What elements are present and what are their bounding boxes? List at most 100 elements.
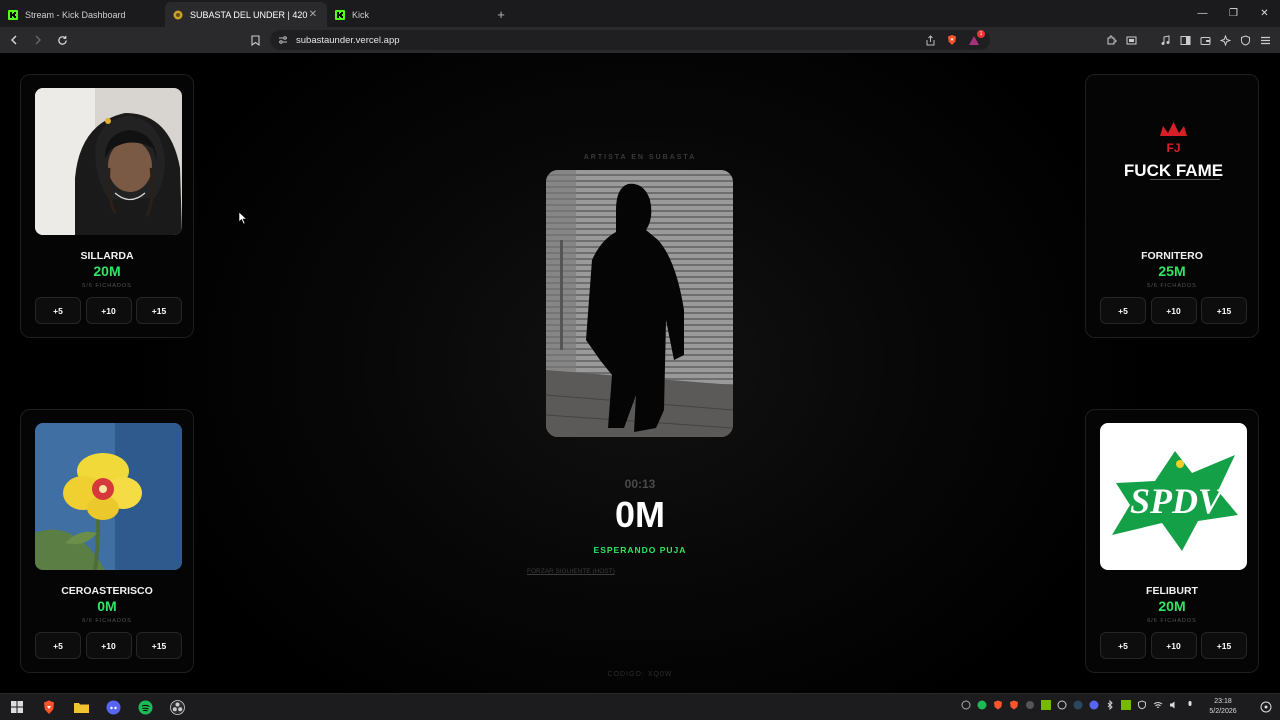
minimize-icon[interactable]: —: [1187, 0, 1218, 27]
tray-nvidia-icon-2[interactable]: [1120, 699, 1132, 711]
tab-title: Kick: [352, 9, 370, 20]
tab-kick[interactable]: Kick: [327, 2, 489, 27]
team-signed-count: 6/6 FICHADOS: [1147, 618, 1197, 624]
tray-steam-icon[interactable]: [1072, 699, 1084, 711]
team-card-fornitero: FJ FUCK FAME FORNITERO 25M 5/6 FICHADOS …: [1085, 74, 1259, 338]
reload-icon[interactable]: [52, 30, 72, 50]
leo-ai-icon[interactable]: [1218, 33, 1232, 47]
bookmark-icon[interactable]: [247, 30, 263, 50]
tray-security-icon[interactable]: [1136, 699, 1148, 711]
artist-photo: [546, 170, 733, 437]
url-text: subastaunder.vercel.app: [296, 34, 400, 46]
team-signed-count: 5/6 FICHADOS: [82, 283, 132, 289]
bid-plus-5-button[interactable]: +5: [1100, 632, 1146, 659]
system-tray: [960, 699, 1196, 711]
discord-icon[interactable]: [102, 697, 124, 717]
tray-icon-1[interactable]: [960, 699, 972, 711]
tray-app-icon[interactable]: [1024, 699, 1036, 711]
window-controls: — ❐ ✕: [1187, 0, 1280, 27]
room-code: CODIGO: XQ0W: [607, 671, 673, 678]
bid-plus-15-button[interactable]: +15: [136, 632, 182, 659]
brave-shields-icon[interactable]: [946, 34, 958, 46]
tab-subasta[interactable]: SUBASTA DEL UNDER | 420 ✕: [165, 2, 327, 27]
clock-date: 5/2/2026: [1209, 708, 1237, 715]
tray-spotify-icon[interactable]: [976, 699, 988, 711]
close-tab-icon[interactable]: ✕: [307, 9, 319, 20]
tray-nvidia-icon[interactable]: [1040, 699, 1052, 711]
sidebar-icon[interactable]: [1178, 33, 1192, 47]
bid-plus-5-button[interactable]: +5: [35, 632, 81, 659]
bid-buttons: +5 +10 +15: [35, 632, 182, 659]
team-signed-count: 5/6 FICHADOS: [1147, 283, 1197, 289]
restore-icon[interactable]: ❐: [1218, 0, 1249, 27]
force-next-link[interactable]: FORZAR SIGUIENTE (HOST): [527, 568, 615, 575]
close-window-icon[interactable]: ✕: [1249, 0, 1280, 27]
tray-brave-icon[interactable]: [992, 699, 1004, 711]
tab-kick-dashboard[interactable]: Stream - Kick Dashboard: [0, 2, 165, 27]
kick-icon: [8, 9, 18, 20]
volume-icon[interactable]: [1168, 699, 1180, 711]
team-budget: 20M: [1158, 598, 1186, 614]
tab-title: SUBASTA DEL UNDER | 420: [190, 9, 307, 20]
auction-timer: 00:13: [624, 477, 656, 491]
bid-buttons: +5 +10 +15: [1100, 632, 1247, 659]
bid-plus-10-button[interactable]: +10: [1150, 297, 1197, 324]
site-globe-icon: [173, 10, 183, 19]
auction-status: ESPERANDO PUJA: [593, 545, 687, 555]
tray-discord-icon[interactable]: [1088, 699, 1100, 711]
browser-tab-bar: Stream - Kick Dashboard SUBASTA DEL UNDE…: [0, 0, 1280, 27]
bid-plus-10-button[interactable]: +10: [1150, 632, 1197, 659]
windows-taskbar: 23:18 5/2/2026: [0, 693, 1280, 720]
bid-plus-5-button[interactable]: +5: [35, 297, 81, 324]
bid-plus-10-button[interactable]: +10: [85, 297, 132, 324]
team-card-feliburt: SPDV FELIBURT 20M 6/6 FICHADOS +5 +10 +1…: [1085, 409, 1259, 673]
tray-brave-icon-2[interactable]: [1008, 699, 1020, 711]
team-name: FELIBURT: [1146, 585, 1198, 597]
notification-icon[interactable]: [1260, 701, 1272, 713]
bid-plus-15-button[interactable]: +15: [1201, 297, 1247, 324]
tab-title: Stream - Kick Dashboard: [25, 9, 126, 20]
auction-page: SILLARDA 20M 5/6 FICHADOS +5 +10 +15 FJ …: [0, 53, 1280, 693]
vpn-shield-icon[interactable]: [1238, 33, 1252, 47]
team-card-ceroasterisco: CEROASTERISCO 0M 6/6 FICHADOS +5 +10 +15: [20, 409, 194, 673]
bid-buttons: +5 +10 +15: [1100, 297, 1247, 324]
obs-icon[interactable]: [166, 697, 188, 717]
address-bar-row: subastaunder.vercel.app 1: [0, 27, 1280, 53]
url-field[interactable]: subastaunder.vercel.app 1: [270, 30, 990, 50]
spotify-icon[interactable]: [134, 697, 156, 717]
menu-icon[interactable]: [1258, 33, 1272, 47]
bid-plus-15-button[interactable]: +15: [136, 297, 182, 324]
share-icon[interactable]: [925, 34, 936, 46]
rewards-badge: 1: [977, 30, 985, 38]
bid-buttons: +5 +10 +15: [35, 297, 182, 324]
bid-plus-5-button[interactable]: +5: [1100, 297, 1146, 324]
team-signed-count: 6/6 FICHADOS: [82, 618, 132, 624]
forward-icon[interactable]: [28, 30, 48, 50]
file-explorer-icon[interactable]: [70, 697, 92, 717]
wallet-icon[interactable]: [1198, 33, 1212, 47]
media-icon[interactable]: [1158, 33, 1172, 47]
team-name: CEROASTERISCO: [61, 585, 153, 597]
brave-browser-icon[interactable]: [38, 697, 60, 717]
bid-plus-15-button[interactable]: +15: [1201, 632, 1247, 659]
tray-bluetooth-icon[interactable]: [1104, 699, 1116, 711]
team-name: SILLARDA: [80, 250, 134, 262]
toolbar-icons: [1104, 30, 1272, 50]
tray-obs-icon[interactable]: [1056, 699, 1068, 711]
team-budget: 0M: [97, 598, 117, 614]
extensions-icon[interactable]: [1104, 33, 1118, 47]
brave-rewards-icon[interactable]: 1: [968, 30, 985, 46]
back-icon[interactable]: [4, 30, 24, 50]
taskbar-clock[interactable]: 23:18 5/2/2026: [1201, 697, 1245, 717]
microphone-icon[interactable]: [1184, 699, 1196, 711]
team-card-sillarda: SILLARDA 20M 5/6 FICHADOS +5 +10 +15: [20, 74, 194, 338]
team-budget: 25M: [1158, 263, 1186, 279]
bid-plus-10-button[interactable]: +10: [85, 632, 132, 659]
site-settings-icon[interactable]: [278, 35, 288, 45]
team-logo-fuckfame: FJ FUCK FAME: [1100, 88, 1247, 235]
mouse-cursor-icon: [238, 211, 248, 225]
windows-start-icon[interactable]: [6, 697, 28, 717]
wifi-icon[interactable]: [1152, 699, 1164, 711]
new-tab-button[interactable]: +: [489, 2, 513, 27]
screenshot-icon[interactable]: [1124, 33, 1138, 47]
